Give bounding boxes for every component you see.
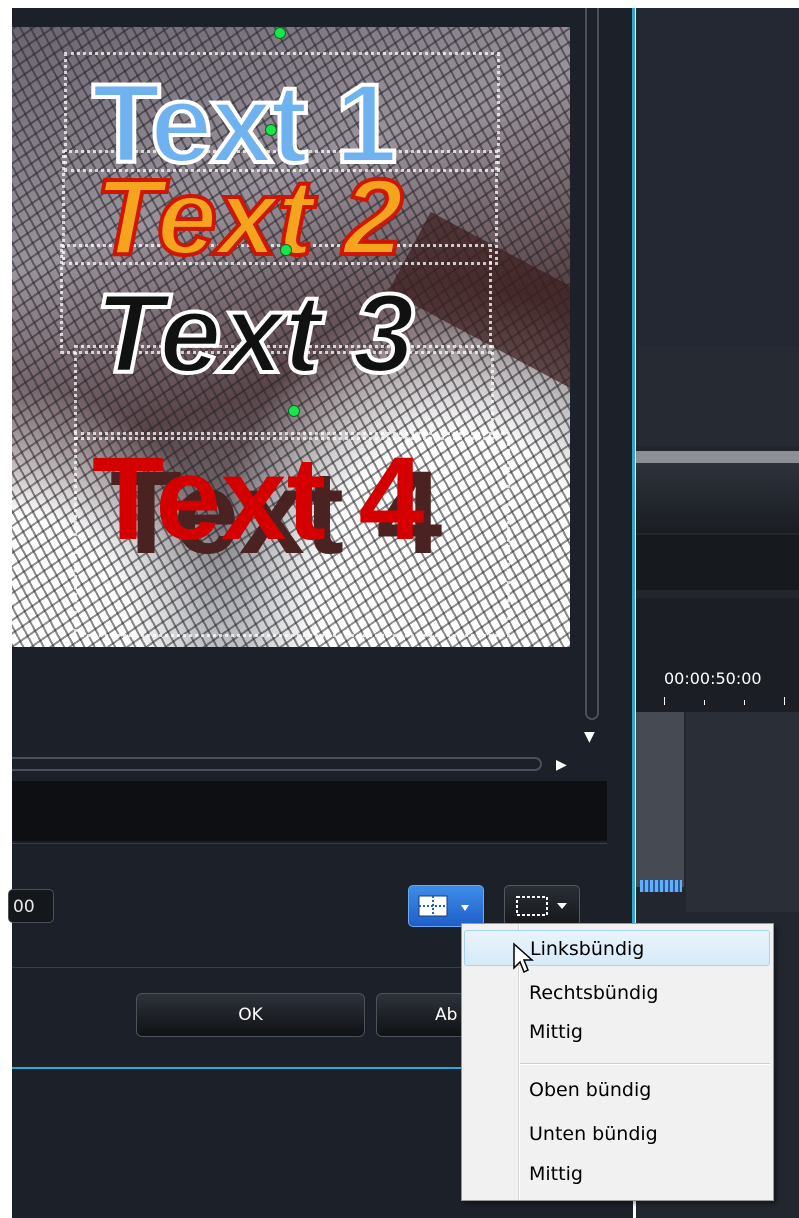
move-handle[interactable] (265, 124, 277, 136)
align-grid-icon (418, 895, 469, 917)
scroll-right-arrow-icon[interactable]: ▶ (556, 758, 567, 772)
rotate-handle[interactable] (274, 27, 286, 39)
menu-item-linksbuendig[interactable]: Linksbündig (464, 930, 770, 966)
info-bar (12, 781, 607, 841)
ok-button[interactable]: OK (136, 993, 365, 1037)
panel-divider (632, 8, 635, 923)
move-handle[interactable] (288, 405, 300, 417)
divider (12, 843, 607, 844)
alignment-dropdown-button[interactable] (408, 885, 484, 927)
timeline-ruler[interactable] (636, 598, 799, 712)
audio-clip[interactable] (640, 880, 682, 892)
scroll-down-arrow-icon[interactable]: ▼ (584, 730, 595, 744)
timeline-header-lower (636, 535, 799, 590)
menu-item-unten-buendig[interactable]: Unten bündig (464, 1116, 770, 1152)
ruler-tick (664, 697, 665, 705)
timeline-track-empty[interactable] (686, 712, 799, 912)
timeline-timecode: 00:00:50:00 (664, 669, 762, 688)
move-handle[interactable] (280, 244, 292, 256)
divider (12, 1067, 482, 1069)
timeline-splitter[interactable] (636, 451, 799, 463)
frame-icon (516, 896, 567, 916)
menu-item-oben-buendig[interactable]: Oben bündig (464, 1072, 770, 1108)
menu-item-mittig-vertikal[interactable]: Mittig (464, 1156, 770, 1192)
timeline-preview-area (636, 8, 799, 346)
menu-item-mittig-horizontal[interactable]: Mittig (464, 1014, 770, 1050)
ruler-tick (744, 700, 745, 705)
value-input[interactable]: 00 (8, 889, 54, 923)
ruler-tick (784, 697, 785, 705)
ruler-tick (704, 700, 705, 705)
timeline-toolbar-area (636, 346, 799, 446)
horizontal-scrollbar[interactable] (12, 757, 542, 771)
preview-text-4[interactable]: Text 4 (92, 440, 424, 558)
frame-dropdown-button[interactable] (504, 885, 580, 927)
preview-text-2[interactable]: Text 2 (93, 161, 405, 273)
timeline-header (636, 463, 799, 533)
mouse-cursor-icon (513, 942, 534, 974)
timeline-track[interactable] (636, 712, 684, 887)
vertical-scrollbar[interactable] (585, 8, 599, 720)
menu-separator (520, 1063, 770, 1065)
menu-item-rechtsbuendig[interactable]: Rechtsbündig (464, 975, 770, 1011)
preview-text-3[interactable]: Text 3 (93, 276, 417, 392)
